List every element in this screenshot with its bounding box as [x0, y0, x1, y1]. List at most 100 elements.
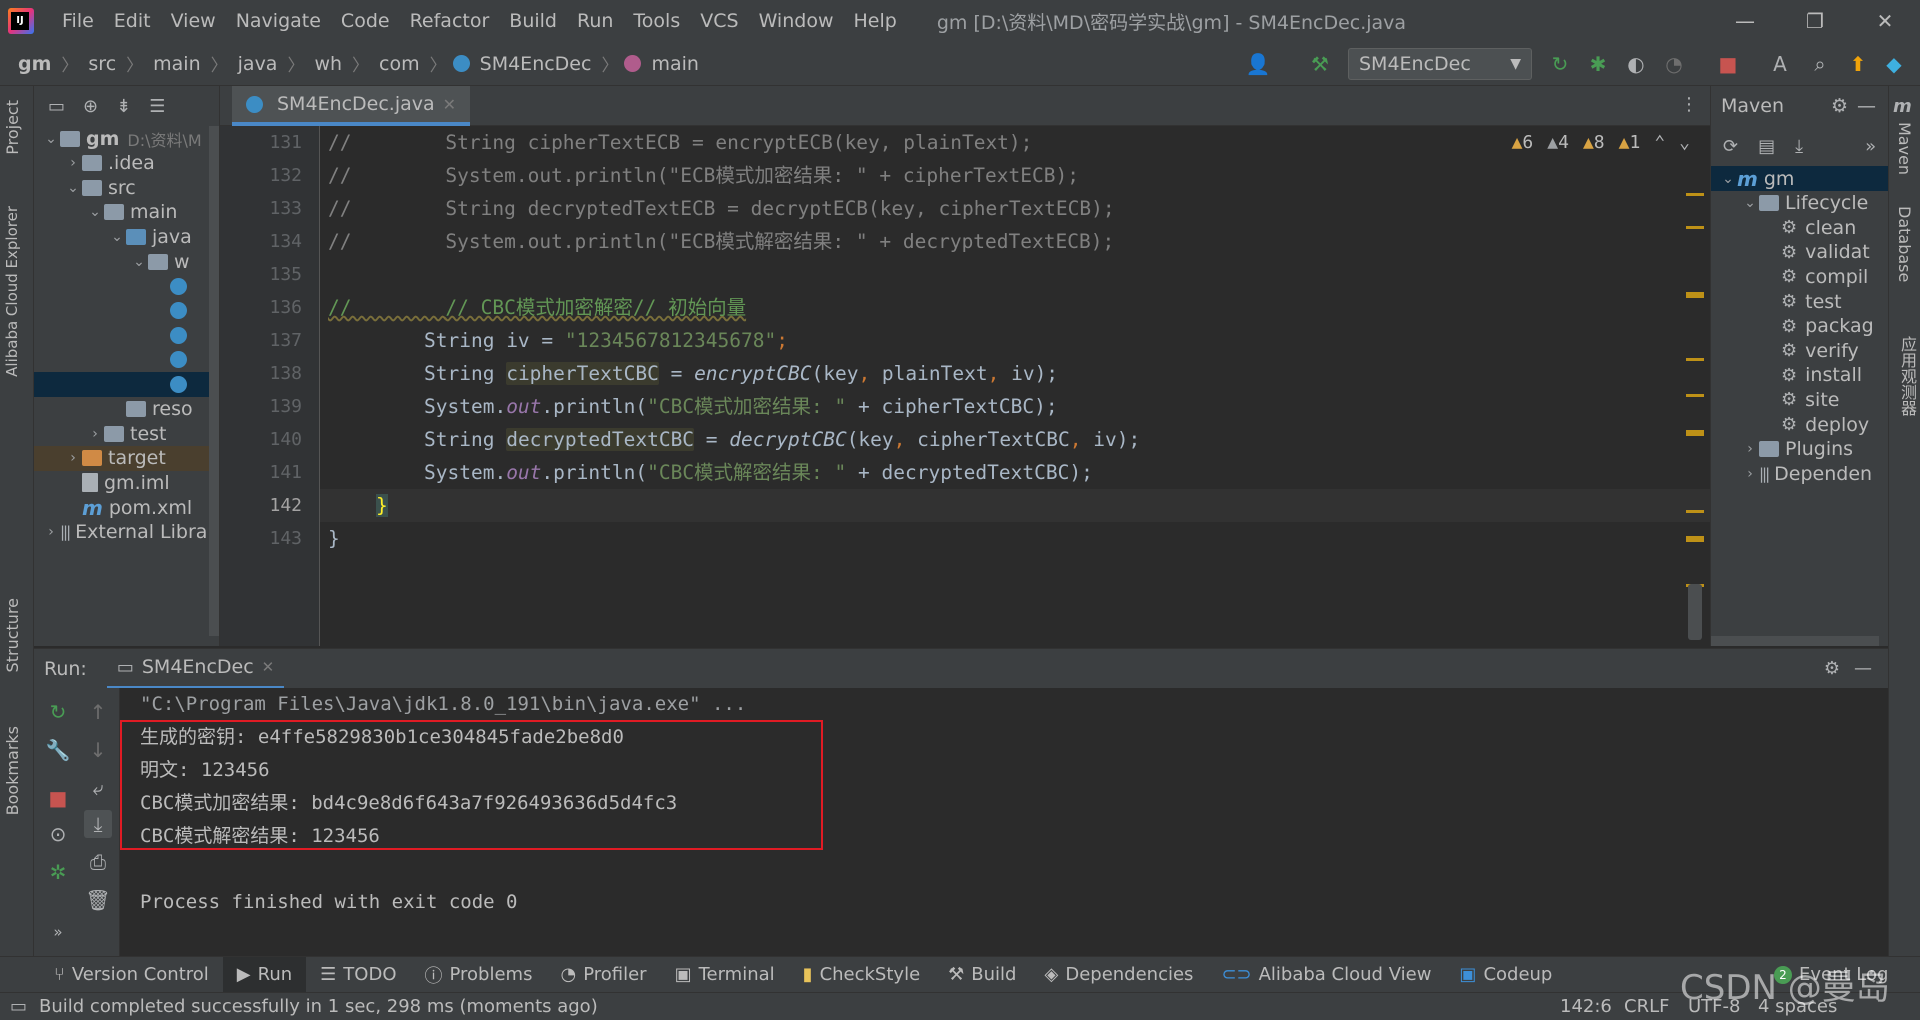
error-stripe-marker[interactable] — [1686, 226, 1704, 229]
menu-vcs[interactable]: VCS — [690, 10, 748, 32]
project-tree-item[interactable]: › ||| External Librar — [34, 520, 219, 545]
breadcrumb-gm[interactable]: gm — [14, 53, 55, 75]
structure-tool-tab[interactable]: Structure — [3, 598, 22, 672]
breadcrumb-java[interactable]: java — [234, 53, 282, 75]
locate-icon[interactable]: ⊕ — [83, 96, 98, 117]
chevron-down-icon[interactable]: ⌄ — [130, 254, 148, 270]
line-separator[interactable]: CRLF — [1624, 996, 1669, 1017]
error-stripe-marker[interactable] — [1686, 394, 1704, 397]
rerun-icon[interactable]: ↻ — [1546, 50, 1574, 78]
breadcrumb-class[interactable]: SM4EncDec — [476, 53, 596, 75]
more-actions-icon[interactable]: » — [1865, 136, 1876, 157]
chevron-right-icon[interactable]: › — [1741, 441, 1759, 457]
project-tree-item[interactable] — [34, 274, 219, 299]
code-editor[interactable]: 131 132 133 134 135 136 137 138 139 140 141 142 143 … — [220, 126, 1710, 646]
debug-icon[interactable]: ✱ — [1584, 50, 1612, 78]
inspection-widget[interactable]: ▲6 ▲4 ▲8 ▲1 ⌃ ⌄ — [1512, 132, 1690, 153]
maven-tree-item[interactable]: ⚙ verify — [1711, 338, 1888, 363]
maven-tree-item[interactable]: ⚙ deploy — [1711, 412, 1888, 437]
chevron-right-icon[interactable]: › — [64, 155, 82, 171]
tool-tab-todo[interactable]: ☰ TODO — [306, 957, 410, 993]
bookmarks-tool-tab[interactable]: Bookmarks — [3, 726, 22, 815]
coverage-icon[interactable]: ◐ — [1622, 50, 1650, 78]
hide-panel-icon[interactable]: — — [1857, 95, 1876, 117]
maven-tool-tab[interactable]: Maven — [1895, 122, 1914, 175]
menu-view[interactable]: View — [161, 10, 226, 32]
project-tree-item[interactable]: ⌄ src — [34, 175, 219, 200]
error-stripe-marker[interactable] — [1686, 536, 1704, 542]
maven-tree-item[interactable]: ⚙ test — [1711, 289, 1888, 314]
error-stripe-marker[interactable] — [1686, 430, 1704, 436]
breadcrumb-main[interactable]: main — [149, 53, 204, 75]
error-stripe-marker[interactable] — [1686, 292, 1704, 298]
print-icon[interactable]: ⎙ — [84, 848, 112, 876]
app-observer-tool-tab[interactable]: 应用观测器 — [1895, 336, 1919, 416]
tool-tab-profiler[interactable]: ◔ Profiler — [546, 957, 660, 993]
maven-tree-item[interactable]: ⚙ clean — [1711, 215, 1888, 240]
chevron-right-icon[interactable]: › — [86, 426, 104, 442]
close-window-button[interactable]: ✕ — [1850, 0, 1920, 42]
project-tree-item[interactable] — [34, 372, 219, 397]
gear-icon[interactable]: ⚙ — [1824, 658, 1840, 679]
breadcrumb-com[interactable]: com — [375, 53, 424, 75]
project-tree-item[interactable]: ⌄ main — [34, 200, 219, 225]
user-icon[interactable]: 👤 — [1244, 50, 1272, 78]
trash-icon[interactable]: 🗑 — [84, 886, 112, 914]
profile-icon[interactable]: ◔ — [1660, 50, 1688, 78]
menu-refactor[interactable]: Refactor — [400, 10, 500, 32]
scroll-to-end-icon[interactable]: ⤓ — [84, 810, 112, 838]
reload-icon[interactable]: ⟳ — [1723, 136, 1738, 157]
project-tree-item[interactable]: ⌄ w — [34, 249, 219, 274]
rerun-icon[interactable]: ↻ — [44, 698, 72, 726]
chevron-down-icon[interactable]: ⌄ — [1719, 171, 1737, 187]
menu-navigate[interactable]: Navigate — [226, 10, 331, 32]
view-mode-icon[interactable]: ▭ — [48, 96, 65, 117]
chevron-right-icon[interactable]: › — [42, 524, 60, 540]
project-tree-item[interactable] — [34, 323, 219, 348]
chevron-down-icon[interactable]: ⌄ — [86, 204, 104, 220]
tool-tab-alibaba-cloud-view[interactable]: ⊂⊃ Alibaba Cloud View — [1207, 957, 1445, 993]
download-icon[interactable]: ⤓ — [1795, 136, 1803, 157]
error-stripe-marker[interactable] — [1686, 193, 1704, 196]
add-project-icon[interactable]: ▤ — [1758, 136, 1775, 157]
breadcrumb-method[interactable]: main — [647, 53, 702, 75]
menu-code[interactable]: Code — [331, 10, 400, 32]
database-tool-tab[interactable]: Database — [1895, 206, 1914, 282]
status-toggle-icon[interactable]: ▭ — [10, 996, 27, 1017]
pin-tab-icon[interactable]: ✲ — [44, 858, 72, 886]
chevron-down-icon[interactable]: ⌄ — [64, 180, 82, 196]
run-tab-sm4encdec[interactable]: ▭ SM4EncDec ✕ — [106, 649, 285, 689]
tool-tab-checkstyle[interactable]: ▮ CheckStyle — [789, 957, 935, 993]
wrench-icon[interactable]: 🔧 — [44, 736, 72, 764]
search-icon[interactable]: ⌕ — [1806, 50, 1834, 78]
maven-tree-item[interactable]: ⚙ validat — [1711, 240, 1888, 265]
tool-tab-run[interactable]: ▶ Run — [222, 956, 307, 993]
soft-wrap-icon[interactable]: ⤶ — [84, 774, 112, 802]
update-icon[interactable]: ⬆ — [1844, 50, 1872, 78]
maven-hscrollbar[interactable] — [1711, 636, 1879, 646]
menu-build[interactable]: Build — [499, 10, 567, 32]
project-tree-item[interactable] — [34, 298, 219, 323]
hide-panel-icon[interactable]: — — [1854, 658, 1872, 679]
arrow-down-icon[interactable]: ↓ — [84, 736, 112, 764]
more-icon[interactable]: » — [44, 918, 72, 946]
menu-window[interactable]: Window — [749, 10, 844, 32]
error-stripe-marker[interactable] — [1686, 358, 1704, 361]
stop-icon[interactable]: ■ — [44, 784, 72, 812]
chevron-right-icon[interactable]: › — [1741, 466, 1759, 482]
stop-icon[interactable]: ■ — [1714, 50, 1742, 78]
breadcrumb-wh[interactable]: wh — [310, 53, 346, 75]
chevron-down-icon[interactable]: ⌄ — [1679, 132, 1690, 153]
options-icon[interactable]: ☰ — [149, 96, 165, 117]
minimize-button[interactable]: — — [1710, 0, 1780, 42]
run-console[interactable]: "C:\Program Files\Java\jdk1.8.0_191\bin\… — [120, 688, 1888, 956]
chevron-right-icon[interactable]: › — [64, 450, 82, 466]
project-tree-item[interactable]: › .idea — [34, 151, 219, 176]
project-tool-tab[interactable]: Project — [3, 100, 22, 155]
status-message[interactable]: Build completed successfully in 1 sec, 2… — [39, 996, 598, 1017]
tool-tab-dependencies[interactable]: ◈ Dependencies — [1030, 957, 1207, 993]
menu-file[interactable]: File — [52, 10, 104, 32]
plugin-logo-icon[interactable]: ◆ — [1880, 50, 1908, 78]
maven-tree-item[interactable]: ⌄ Lifecycle — [1711, 191, 1888, 216]
editor-tab-sm4encdec[interactable]: SM4EncDec.java ✕ — [232, 86, 471, 126]
